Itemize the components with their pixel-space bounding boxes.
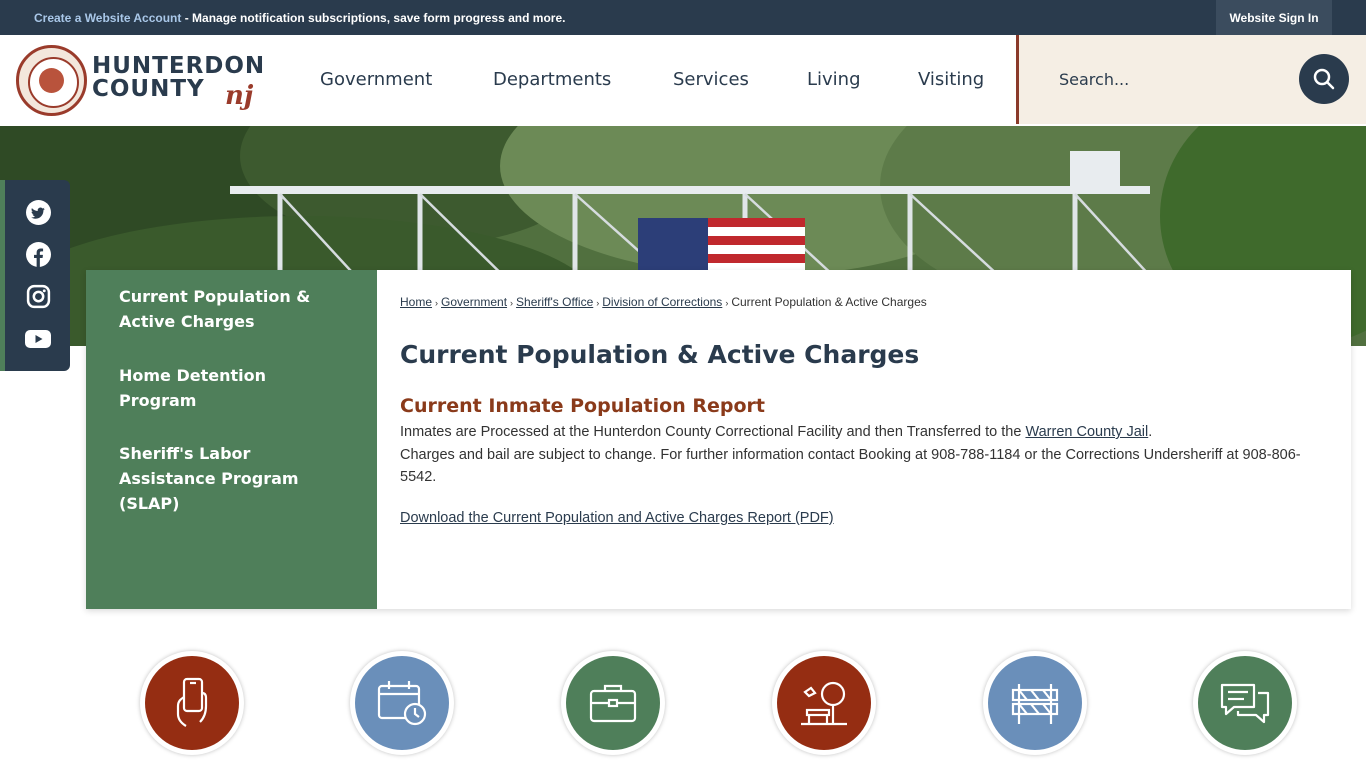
county-seal-icon (16, 45, 87, 116)
search-input[interactable] (1059, 67, 1279, 91)
search-button[interactable] (1299, 54, 1349, 104)
facebook-icon (25, 241, 51, 267)
nav-services[interactable]: Services (673, 69, 749, 90)
processing-note-end: . (1148, 424, 1153, 440)
chat-bubbles-icon (1220, 683, 1270, 724)
road-barrier-icon (1011, 684, 1059, 724)
content-card: Current Population & Active Charges Home… (86, 270, 1351, 609)
sidebar-item-slap[interactable]: Sheriff's Labor Assistance Program (SLAP… (119, 441, 349, 516)
section-title: Current Inmate Population Report (400, 395, 765, 417)
breadcrumb-sheriffs-office[interactable]: Sheriff's Office (516, 295, 593, 309)
youtube-link[interactable] (25, 326, 51, 352)
breadcrumb-separator: › (510, 298, 514, 308)
breadcrumb-home[interactable]: Home (400, 295, 432, 309)
sign-in-button[interactable]: Website Sign In (1216, 0, 1332, 35)
account-message: Create a Website Account - Manage notifi… (34, 11, 565, 25)
instagram-icon (26, 284, 50, 308)
quick-link-contact[interactable] (1193, 651, 1297, 755)
create-account-link[interactable]: Create a Website Account (34, 11, 181, 25)
quick-link-contact-circle (1198, 656, 1292, 750)
sidebar-item-home-detention[interactable]: Home Detention Program (119, 363, 319, 413)
twitter-link[interactable] (25, 199, 51, 225)
quick-link-mobile-circle (145, 656, 239, 750)
mobile-hand-icon (176, 677, 208, 727)
quick-link-calendar-circle (355, 656, 449, 750)
breadcrumb-separator: › (596, 298, 600, 308)
logo-line1: HUNTERDON (92, 53, 266, 79)
breadcrumb-current: Current Population & Active Charges (731, 295, 927, 309)
breadcrumb-government[interactable]: Government (441, 295, 507, 309)
quick-link-jobs[interactable] (561, 651, 665, 755)
home-logo-link[interactable]: HUNTERDON COUNTY nj (14, 43, 274, 119)
calendar-clock-icon (377, 681, 427, 726)
search-panel (1016, 35, 1366, 124)
quick-link-mobile[interactable] (140, 651, 244, 755)
processing-note-text: Inmates are Processed at the Hunterdon C… (400, 424, 1026, 440)
utility-bar: Create a Website Account - Manage notifi… (0, 0, 1366, 35)
download-report-link[interactable]: Download the Current Population and Acti… (400, 510, 834, 526)
page-title: Current Population & Active Charges (400, 340, 920, 369)
account-message-text: - Manage notification subscriptions, sav… (181, 11, 566, 25)
breadcrumb-separator: › (435, 298, 439, 308)
section-sidebar: Current Population & Active Charges Home… (86, 270, 377, 609)
briefcase-icon (589, 684, 637, 723)
sidebar-item-current-population[interactable]: Current Population & Active Charges (119, 284, 319, 334)
park-bench-icon (801, 681, 847, 726)
quick-link-calendar[interactable] (350, 651, 454, 755)
facebook-link[interactable] (25, 241, 51, 267)
youtube-icon (25, 330, 51, 348)
quick-link-road-closures-circle (988, 656, 1082, 750)
nav-visiting[interactable]: Visiting (918, 69, 984, 90)
nav-living[interactable]: Living (807, 69, 861, 90)
warren-county-jail-link[interactable]: Warren County Jail (1025, 424, 1148, 440)
twitter-icon (25, 199, 51, 225)
quick-link-jobs-circle (566, 656, 660, 750)
logo-state: nj (225, 81, 254, 111)
quick-link-parks-circle (777, 656, 871, 750)
search-icon (1313, 68, 1335, 90)
instagram-link[interactable] (25, 283, 51, 309)
charges-note: Charges and bail are subject to change. … (400, 447, 1301, 485)
quick-link-road-closures[interactable] (983, 651, 1087, 755)
nav-government[interactable]: Government (320, 69, 432, 90)
site-header: HUNTERDON COUNTY nj Government Departmen… (0, 35, 1366, 126)
breadcrumb-division-of-corrections[interactable]: Division of Corrections (602, 295, 722, 309)
processing-note: Inmates are Processed at the Hunterdon C… (400, 421, 1325, 443)
quick-link-parks[interactable] (772, 651, 876, 755)
download-report: Download the Current Population and Acti… (400, 510, 834, 526)
social-media-bar (0, 180, 70, 371)
nav-departments[interactable]: Departments (493, 69, 611, 90)
breadcrumb: Home › Government › Sheriff's Office › Divisio… (400, 295, 927, 309)
breadcrumb-separator: › (725, 298, 729, 308)
